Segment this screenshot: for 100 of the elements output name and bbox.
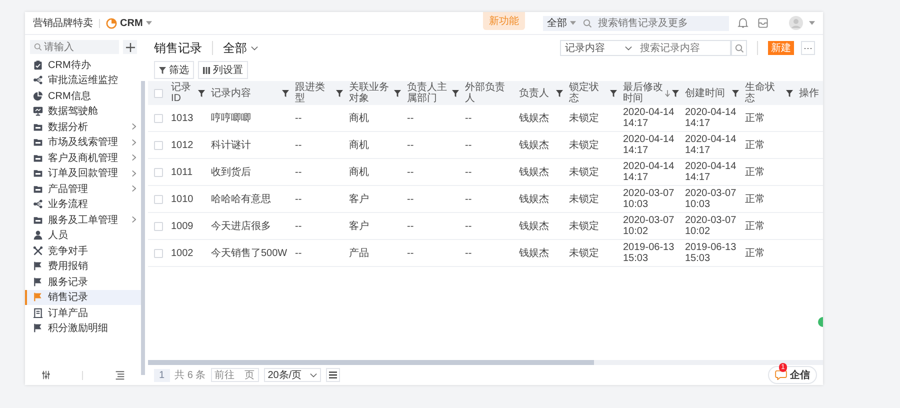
page-size-dropdown[interactable]: 20条/页 <box>264 368 321 382</box>
column-header[interactable]: 负责人主属部门 <box>404 82 462 104</box>
filter-icon[interactable] <box>394 90 401 96</box>
filter-icon[interactable] <box>786 90 793 96</box>
list-icon <box>328 371 337 379</box>
pie-chart-icon <box>33 90 43 101</box>
caret-icon[interactable] <box>809 21 815 25</box>
table-cell: 今天销售了500W <box>211 248 288 258</box>
table-cell: 钱娱杰 <box>519 166 549 178</box>
inbox-icon[interactable] <box>757 17 769 29</box>
building-icon <box>33 308 43 318</box>
sidebar-item[interactable]: 销售记录 <box>25 290 141 305</box>
global-search-field[interactable]: 搜索销售记录及更多 <box>582 16 729 30</box>
table-cell: 客户 <box>349 220 369 232</box>
row-checkbox[interactable] <box>154 222 162 230</box>
folder-icon <box>33 122 43 132</box>
search-icon <box>734 44 744 52</box>
vertical-scrollbar[interactable] <box>141 81 145 375</box>
table-cell: -- <box>295 166 302 178</box>
filter-icon[interactable] <box>336 90 343 96</box>
app-switcher[interactable]: CRM <box>106 18 152 28</box>
page-title: 销售记录 <box>154 40 202 56</box>
sidebar-item[interactable]: 客户及商机管理 <box>25 150 141 166</box>
table-cell: 哼哼唧唧 <box>211 112 251 124</box>
filter-icon[interactable] <box>556 90 563 96</box>
folder-icon <box>33 137 43 148</box>
chevron-down-icon <box>310 372 317 378</box>
column-header[interactable]: 操作 <box>796 88 822 98</box>
add-button[interactable] <box>123 40 137 54</box>
filter-icon[interactable] <box>198 90 205 96</box>
table-cell: -- <box>295 194 302 204</box>
column-header[interactable]: 记录内容 <box>208 88 292 98</box>
sidebar-item[interactable]: 审批流运维监控 <box>25 72 141 88</box>
table-cell: 未锁定 <box>569 140 599 150</box>
filter-icon[interactable] <box>732 90 739 96</box>
table-cell-text: 2020-03-07 10:02 <box>623 215 676 237</box>
sidebar-item[interactable]: 数据分析 <box>25 119 141 134</box>
column-header[interactable]: 生命状态 <box>742 82 796 104</box>
column-header[interactable]: 锁定状态 <box>566 82 620 104</box>
row-checkbox[interactable] <box>154 140 162 150</box>
sidebar-item[interactable]: 费用报销 <box>25 258 141 274</box>
column-header[interactable]: 创建时间 <box>682 88 742 98</box>
column-settings-button[interactable]: 列设置 <box>198 61 248 79</box>
row-checkbox[interactable] <box>154 114 162 122</box>
monitor-icon <box>33 106 43 116</box>
scrollbar-thumb[interactable] <box>148 360 594 365</box>
table-cell: 正常 <box>745 248 765 258</box>
sidebar-item[interactable]: 服务及工单管理 <box>25 212 141 228</box>
bell-icon[interactable] <box>737 17 749 29</box>
table-cell: -- <box>295 248 302 258</box>
sidebar-item[interactable]: 服务记录 <box>25 274 141 290</box>
layout-button[interactable] <box>326 368 340 382</box>
sidebar-item[interactable]: 市场及线索管理 <box>25 134 141 150</box>
search-button[interactable] <box>731 40 747 56</box>
scope-dropdown[interactable]: 全部 <box>543 16 582 30</box>
flag-icon <box>33 261 43 272</box>
filter-icon[interactable] <box>282 90 289 96</box>
row-checkbox[interactable] <box>154 168 162 176</box>
menu-search-field[interactable]: 请输入 <box>30 40 119 54</box>
sidebar-item[interactable]: 订单产品 <box>25 305 141 320</box>
sidebar-item[interactable]: 业务流程 <box>25 196 141 212</box>
person-icon <box>33 230 43 240</box>
sidebar-item[interactable]: 人员 <box>25 228 141 243</box>
column-header[interactable]: 跟进类型 <box>292 82 346 104</box>
clipboard-icon <box>33 60 43 70</box>
filter-button[interactable]: 筛选 <box>154 61 194 79</box>
column-header[interactable]: 外部负责人 <box>462 82 516 104</box>
more-button[interactable]: ··· <box>801 41 815 55</box>
sidebar-item[interactable]: 积分激励明细 <box>25 320 141 336</box>
table-cell-text: 2020-04-14 14:17 <box>685 161 738 183</box>
caret-icon <box>146 21 152 25</box>
goto-page-field[interactable]: 前往 页 <box>210 368 259 382</box>
sidebar-item[interactable]: CRM信息 <box>25 88 141 104</box>
table-cell: 未锁定 <box>569 112 599 124</box>
filter-icon[interactable] <box>610 90 617 96</box>
column-header[interactable]: 关联业务对象 <box>346 82 404 104</box>
column-header[interactable]: 记录ID <box>168 82 208 104</box>
column-header[interactable]: 负责人 <box>516 88 566 98</box>
flag-icon <box>33 292 43 302</box>
flag-icon <box>33 276 43 287</box>
row-checkbox[interactable] <box>154 248 162 258</box>
table-cell: 未锁定 <box>569 220 599 232</box>
sidebar-item[interactable]: 产品管理 <box>25 181 141 196</box>
filter-icon[interactable] <box>452 90 459 96</box>
horizontal-scrollbar[interactable] <box>148 360 823 365</box>
table-cell-text: 2020-03-07 10:03 <box>685 188 738 210</box>
sidebar-item[interactable]: 竞争对手 <box>25 243 141 258</box>
select-all-checkbox[interactable] <box>154 88 162 98</box>
table-cell: 客户 <box>349 194 369 204</box>
folder-icon <box>33 168 43 178</box>
row-checkbox[interactable] <box>154 194 162 204</box>
sidebar-item[interactable]: 数据驾驶舱 <box>25 104 141 119</box>
sliders-icon[interactable] <box>40 370 51 380</box>
table-cell-text: 2020-04-14 14:17 <box>685 134 738 156</box>
sidebar-item[interactable]: 订单及回款管理 <box>25 166 141 181</box>
sidebar-item[interactable]: CRM待办 <box>25 57 141 72</box>
column-header[interactable]: 最后修改时间 <box>620 82 682 104</box>
filter-icon[interactable] <box>672 90 679 96</box>
view-dropdown[interactable]: 全部 <box>223 40 258 56</box>
list-icon[interactable] <box>115 370 126 380</box>
